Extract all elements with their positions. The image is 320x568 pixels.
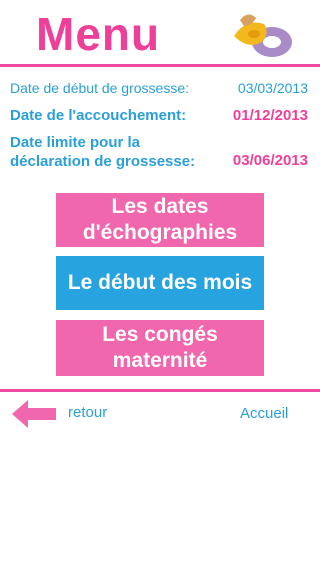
echographies-button[interactable]: Les dates d'échographies [56, 193, 264, 247]
declaration-date-value: 03/06/2013 [232, 152, 308, 169]
left-arrow-icon[interactable] [12, 400, 56, 428]
home-link[interactable]: Accueil [240, 405, 288, 422]
start-date-row: Date de début de grossesse: 03/03/2013 [10, 80, 308, 98]
month-start-button[interactable]: Le début des mois [56, 256, 264, 310]
pacifier-icon [234, 14, 292, 57]
delivery-date-row: Date de l'accouchement: 01/12/2013 [10, 107, 308, 125]
declaration-date-label: Date limite pour la déclaration de gross… [10, 133, 195, 171]
page-title: Menu [36, 8, 161, 60]
delivery-date-value: 01/12/2013 [232, 107, 308, 124]
top-divider [0, 64, 320, 67]
start-date-label: Date de début de grossesse: [10, 80, 190, 96]
delivery-date-label: Date de l'accouchement: [10, 107, 187, 124]
declaration-label-line1: Date limite pour la [10, 134, 141, 151]
back-link[interactable]: retour [68, 404, 107, 421]
declaration-date-row: Date limite pour la déclaration de gross… [10, 133, 308, 173]
declaration-label-line2: déclaration de grossesse: [10, 153, 196, 170]
maternity-leave-button[interactable]: Les congés maternité [56, 320, 264, 376]
bottom-divider [0, 389, 320, 392]
start-date-value: 03/03/2013 [237, 80, 308, 96]
